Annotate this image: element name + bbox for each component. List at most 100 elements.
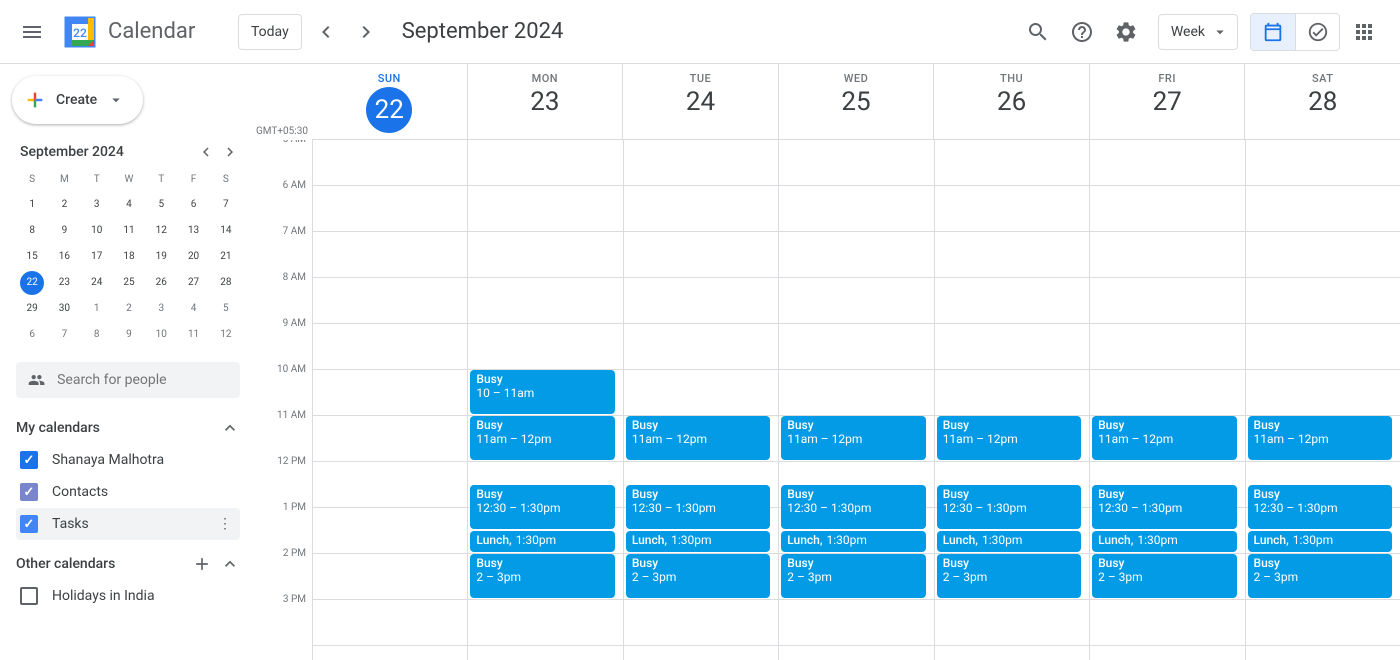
- calendar-checkbox[interactable]: [20, 483, 38, 501]
- today-button[interactable]: Today: [238, 14, 302, 50]
- calendar-event[interactable]: Lunch1:30pm: [1248, 531, 1392, 552]
- mini-day-cell[interactable]: 7: [214, 193, 238, 217]
- calendar-event[interactable]: Lunch1:30pm: [470, 531, 614, 552]
- day-column[interactable]: Busy11am – 12pm Busy12:30 – 1:30pmLunch1:…: [1245, 140, 1400, 660]
- other-calendars-toggle[interactable]: Other calendars: [16, 548, 240, 580]
- day-column[interactable]: Busy11am – 12pm Busy12:30 – 1:30pmLunch1:…: [934, 140, 1089, 660]
- mini-day-cell[interactable]: 6: [182, 193, 206, 217]
- mini-day-cell[interactable]: 4: [182, 297, 206, 321]
- search-people-input[interactable]: [57, 372, 228, 388]
- calendar-event[interactable]: Busy11am – 12pm: [781, 416, 925, 460]
- day-header[interactable]: SUN22: [312, 64, 467, 139]
- calendar-event[interactable]: Busy2 – 3pm: [1248, 554, 1392, 598]
- mini-day-cell[interactable]: 1: [85, 297, 109, 321]
- app-logo[interactable]: 22 Calendar: [60, 12, 195, 52]
- calendar-event[interactable]: Busy2 – 3pm: [1092, 554, 1236, 598]
- support-button[interactable]: [1062, 12, 1102, 52]
- calendar-checkbox[interactable]: [20, 515, 38, 533]
- day-number[interactable]: 26: [934, 87, 1089, 117]
- day-header[interactable]: THU26: [933, 64, 1089, 139]
- day-header[interactable]: TUE24: [622, 64, 778, 139]
- search-people[interactable]: [16, 362, 240, 398]
- mini-day-cell[interactable]: 16: [52, 245, 76, 269]
- day-number[interactable]: 22: [366, 87, 412, 133]
- day-number[interactable]: 23: [468, 87, 623, 117]
- mini-day-cell[interactable]: 10: [85, 219, 109, 243]
- calendar-event[interactable]: Busy12:30 – 1:30pm: [1092, 485, 1236, 529]
- mini-day-cell[interactable]: 11: [182, 323, 206, 347]
- mini-day-cell[interactable]: 21: [214, 245, 238, 269]
- mini-day-cell[interactable]: 17: [85, 245, 109, 269]
- calendar-list-item[interactable]: Shanaya Malhotra: [16, 444, 240, 476]
- calendar-event[interactable]: Busy11am – 12pm: [937, 416, 1081, 460]
- calendar-checkbox[interactable]: [20, 587, 38, 605]
- mini-day-cell[interactable]: 3: [149, 297, 173, 321]
- day-header[interactable]: WED25: [778, 64, 934, 139]
- calendar-event[interactable]: Busy12:30 – 1:30pm: [470, 485, 614, 529]
- calendar-event[interactable]: Lunch1:30pm: [781, 531, 925, 552]
- day-number[interactable]: 28: [1245, 87, 1400, 117]
- mini-day-cell[interactable]: 5: [149, 193, 173, 217]
- mini-day-cell[interactable]: 20: [182, 245, 206, 269]
- calendar-event[interactable]: Busy2 – 3pm: [626, 554, 770, 598]
- day-column[interactable]: Busy11am – 12pmBusy12:30 – 1:30pmLunch1:…: [1089, 140, 1244, 660]
- calendar-event[interactable]: Busy12:30 – 1:30pm: [1248, 485, 1392, 529]
- calendar-list-item[interactable]: Contacts: [16, 476, 240, 508]
- mini-day-cell[interactable]: 5: [214, 297, 238, 321]
- add-calendar-icon[interactable]: [192, 554, 212, 574]
- mini-day-cell[interactable]: 19: [149, 245, 173, 269]
- day-number[interactable]: 25: [779, 87, 934, 117]
- mini-day-cell[interactable]: 12: [149, 219, 173, 243]
- mini-day-cell[interactable]: 18: [117, 245, 141, 269]
- mini-day-cell[interactable]: 3: [85, 193, 109, 217]
- calendar-event[interactable]: Busy11am – 12pm: [626, 416, 770, 460]
- mini-day-cell[interactable]: 27: [182, 271, 206, 295]
- calendar-event[interactable]: Lunch1:30pm: [937, 531, 1081, 552]
- mini-day-cell[interactable]: 25: [117, 271, 141, 295]
- calendar-list-item[interactable]: Tasks⋮: [16, 508, 240, 540]
- calendar-event[interactable]: Busy2 – 3pm: [781, 554, 925, 598]
- day-number[interactable]: 24: [623, 87, 778, 117]
- mini-day-cell[interactable]: 1: [20, 193, 44, 217]
- view-selector[interactable]: Week: [1158, 14, 1238, 50]
- calendar-event[interactable]: Lunch1:30pm: [1092, 531, 1236, 552]
- mini-day-cell[interactable]: 26: [149, 271, 173, 295]
- mini-day-cell[interactable]: 23: [52, 271, 76, 295]
- mini-prev-month[interactable]: [194, 140, 218, 164]
- mini-day-cell[interactable]: 4: [117, 193, 141, 217]
- week-grid[interactable]: Busy10 – 11amBusy11am – 12pmBusy12:30 – …: [312, 140, 1400, 660]
- calendar-event[interactable]: Busy12:30 – 1:30pm: [626, 485, 770, 529]
- calendar-event[interactable]: Busy12:30 – 1:30pm: [937, 485, 1081, 529]
- calendar-event[interactable]: Busy2 – 3pm: [470, 554, 614, 598]
- mini-day-cell[interactable]: 9: [117, 323, 141, 347]
- create-button[interactable]: Create: [12, 76, 143, 124]
- mini-day-cell[interactable]: 28: [214, 271, 238, 295]
- main-menu-button[interactable]: [8, 8, 56, 56]
- day-column[interactable]: Busy11am – 12pm Busy12:30 – 1:30pmLunch1:…: [778, 140, 933, 660]
- mini-day-cell[interactable]: 7: [52, 323, 76, 347]
- calendar-event[interactable]: Busy11am – 12pm: [470, 416, 614, 460]
- mini-day-cell[interactable]: 29: [20, 297, 44, 321]
- day-header[interactable]: MON23: [467, 64, 623, 139]
- mini-day-cell[interactable]: 8: [85, 323, 109, 347]
- calendar-checkbox[interactable]: [20, 451, 38, 469]
- mini-day-cell[interactable]: 9: [52, 219, 76, 243]
- mini-day-cell[interactable]: 22: [20, 271, 44, 295]
- mini-next-month[interactable]: [218, 140, 242, 164]
- prev-period-button[interactable]: [310, 16, 342, 48]
- mini-day-cell[interactable]: 11: [117, 219, 141, 243]
- calendar-event[interactable]: Busy12:30 – 1:30pm: [781, 485, 925, 529]
- settings-button[interactable]: [1106, 12, 1146, 52]
- tasks-view-toggle[interactable]: [1295, 14, 1339, 50]
- calendar-event[interactable]: Busy2 – 3pm: [937, 554, 1081, 598]
- calendar-event[interactable]: Busy11am – 12pm: [1248, 416, 1392, 460]
- mini-day-cell[interactable]: 14: [214, 219, 238, 243]
- mini-day-cell[interactable]: 6: [20, 323, 44, 347]
- next-period-button[interactable]: [350, 16, 382, 48]
- day-header[interactable]: FRI27: [1089, 64, 1245, 139]
- calendar-event[interactable]: Busy10 – 11am: [470, 370, 614, 414]
- calendar-options-button[interactable]: ⋮: [218, 516, 240, 532]
- day-column[interactable]: Busy11am – 12pm Busy12:30 – 1:30pmLunch1:…: [623, 140, 778, 660]
- mini-day-cell[interactable]: 15: [20, 245, 44, 269]
- calendar-event[interactable]: Lunch1:30pm: [626, 531, 770, 552]
